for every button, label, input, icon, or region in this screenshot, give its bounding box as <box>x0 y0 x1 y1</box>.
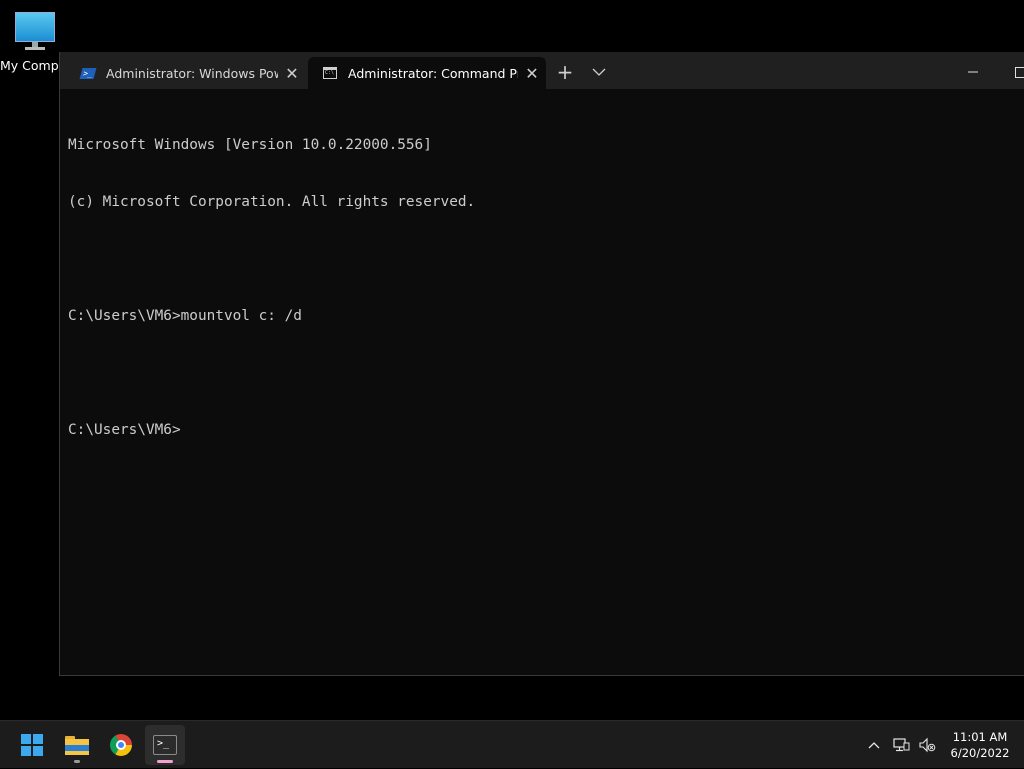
close-tab-icon[interactable]: ✕ <box>278 64 306 83</box>
console-prompt-line: C:\Users\VM6> <box>68 421 1024 440</box>
console-line <box>68 364 1024 383</box>
powershell-icon: >_ <box>80 65 96 81</box>
tab-title: Administrator: Windows PowerS <box>106 66 278 81</box>
console-line: C:\Users\VM6>mountvol c: /d <box>68 307 1024 326</box>
show-hidden-icons-button[interactable] <box>862 721 886 769</box>
cmd-icon: C:\ <box>322 65 338 81</box>
tab-powershell[interactable]: >_ Administrator: Windows PowerS ✕ <box>66 57 306 89</box>
close-tab-icon[interactable]: ✕ <box>518 64 546 83</box>
console-output[interactable]: Microsoft Windows [Version 10.0.22000.55… <box>68 98 1024 667</box>
network-icon[interactable] <box>890 721 912 769</box>
windows-start-icon <box>21 734 43 756</box>
clock-date: 6/20/2022 <box>940 745 1020 761</box>
chevron-down-icon[interactable] <box>588 60 610 84</box>
taskbar-windows-terminal[interactable]: >_ <box>145 725 185 765</box>
terminal-window: >_ Administrator: Windows PowerS ✕ C:\ A… <box>59 52 1024 676</box>
computer-icon <box>13 12 57 52</box>
tab-title: Administrator: Command Promp <box>348 66 518 81</box>
console-line <box>68 250 1024 269</box>
console-line: (c) Microsoft Corporation. All rights re… <box>68 193 1024 212</box>
tab-command-prompt[interactable]: C:\ Administrator: Command Promp ✕ <box>308 57 546 89</box>
chrome-icon <box>110 734 132 756</box>
running-indicator <box>74 760 80 763</box>
desktop-icon-label: My Compu <box>0 58 60 73</box>
taskbar-file-explorer[interactable] <box>57 725 97 765</box>
clock-time: 11:01 AM <box>940 729 1020 745</box>
chevron-up-icon <box>867 740 881 750</box>
active-indicator <box>157 760 173 763</box>
tab-bar: >_ Administrator: Windows PowerS ✕ C:\ A… <box>60 52 1024 89</box>
taskbar: >_ 11:01 AM 6/20/2022 <box>0 720 1024 768</box>
console-line: Microsoft Windows [Version 10.0.22000.55… <box>68 136 1024 155</box>
volume-muted-icon[interactable] <box>916 721 938 769</box>
minimize-button[interactable] <box>958 60 988 84</box>
terminal-icon: >_ <box>153 735 177 755</box>
maximize-button[interactable] <box>1005 60 1024 84</box>
new-tab-button[interactable]: + <box>554 60 576 84</box>
start-button[interactable] <box>12 725 52 765</box>
taskbar-chrome[interactable] <box>101 725 141 765</box>
system-clock[interactable]: 11:01 AM 6/20/2022 <box>940 729 1020 761</box>
folder-icon <box>65 736 89 755</box>
